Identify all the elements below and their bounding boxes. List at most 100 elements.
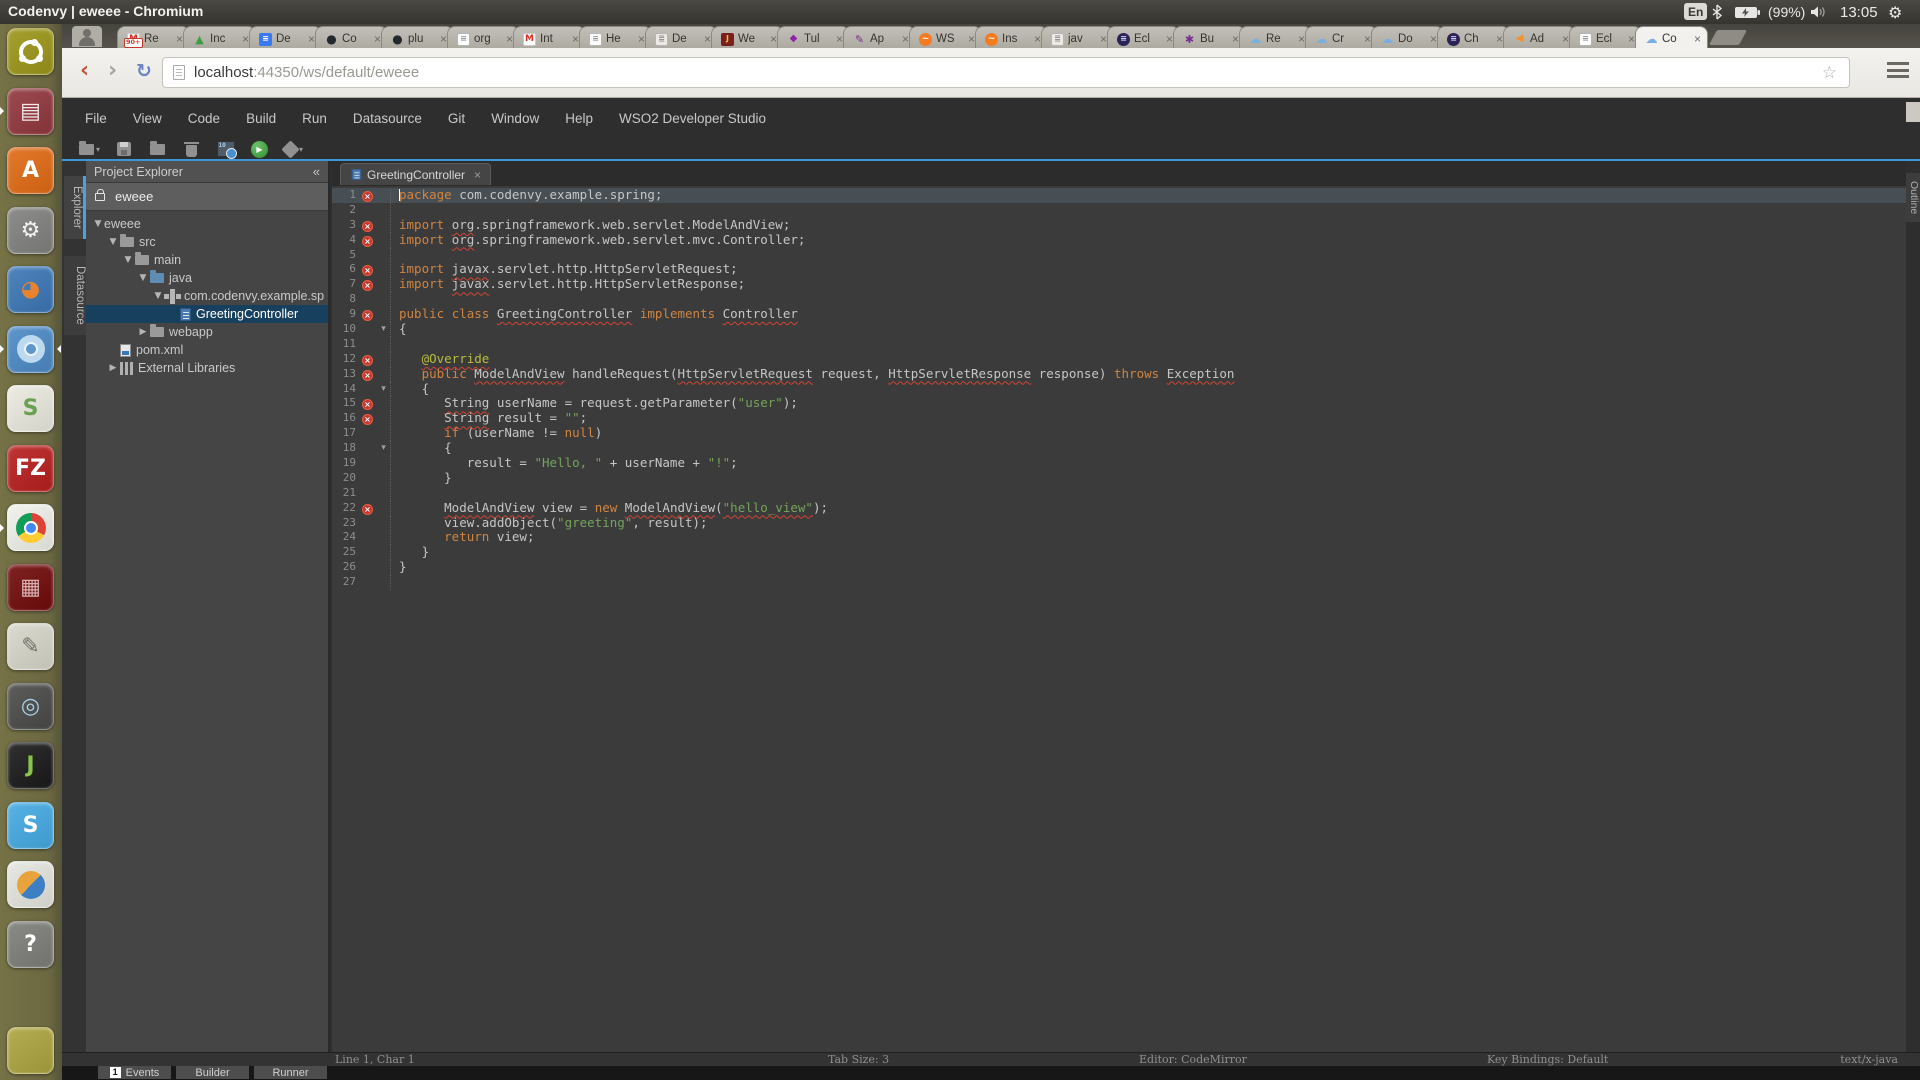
error-marker-icon[interactable]: × — [362, 355, 373, 366]
close-tab-icon[interactable]: × — [1034, 32, 1041, 46]
volume-icon[interactable] — [1810, 0, 1828, 24]
close-tab-icon[interactable]: × — [242, 32, 249, 46]
bluetooth-icon[interactable] — [1712, 0, 1722, 24]
fold-arrow-icon[interactable]: ▾ — [377, 382, 390, 397]
url-text[interactable]: localhost:44350/ws/default/eweee — [194, 64, 419, 81]
editor-tab-greetingcontroller[interactable]: GreetingController × — [340, 163, 491, 185]
build-button[interactable]: ▾ — [280, 138, 307, 160]
format-button[interactable]: 10 — [212, 138, 239, 160]
code-editor[interactable]: 1×package com.codenvy.example.spring;23×… — [332, 186, 1906, 1052]
delete-button[interactable] — [178, 138, 205, 160]
error-marker-icon[interactable]: × — [362, 310, 373, 321]
bottom-tab-builder[interactable]: Builder — [176, 1066, 249, 1079]
software-center-launcher-icon[interactable]: A — [7, 147, 54, 194]
browser-tab-re[interactable]: ☁Re× — [1239, 26, 1312, 48]
close-tab-icon[interactable]: × — [1100, 32, 1107, 46]
ubuntu-one-launcher-icon[interactable]: ◕ — [7, 266, 54, 313]
browser-tab-ap[interactable]: ✎Ap× — [843, 26, 916, 48]
tree-item-com-codenvy-example-sp[interactable]: ▼com.codenvy.example.sp — [86, 287, 328, 305]
browser-tab-ws[interactable]: ~WS× — [909, 26, 982, 48]
close-tab-icon[interactable]: × — [1364, 32, 1371, 46]
menu-window[interactable]: Window — [478, 111, 552, 126]
close-tab-icon[interactable]: × — [1628, 32, 1635, 46]
side-tab-explorer[interactable]: Explorer — [64, 176, 86, 239]
page-scrollbar[interactable] — [1906, 102, 1920, 122]
browser-tab-de[interactable]: ≣De× — [645, 26, 718, 48]
tree-item-java[interactable]: ▼java — [86, 269, 328, 287]
close-tab-icon[interactable]: × — [440, 32, 447, 46]
close-tab-icon[interactable]: × — [902, 32, 909, 46]
jdownloader-launcher-icon[interactable]: J — [7, 742, 54, 789]
error-marker-icon[interactable]: × — [362, 280, 373, 291]
keyboard-indicator[interactable]: En — [1684, 3, 1707, 20]
fold-arrow-icon[interactable]: ▾ — [377, 441, 390, 456]
browser-tab-co[interactable]: ●Co× — [315, 26, 388, 48]
files-launcher-icon[interactable]: ▤ — [7, 88, 54, 135]
error-marker-icon[interactable]: × — [362, 265, 373, 276]
collapse-panel-icon[interactable]: « — [313, 164, 320, 179]
side-tab-datasource[interactable]: Datasource — [64, 256, 86, 335]
forward-button[interactable]: › — [108, 56, 117, 86]
address-bar[interactable]: localhost:44350/ws/default/eweee ☆ — [162, 57, 1850, 88]
browser-tab-ad[interactable]: ◀Ad× — [1503, 26, 1576, 48]
tree-open-arrow-icon[interactable]: ▼ — [152, 291, 164, 301]
fold-arrow-icon[interactable]: ▾ — [377, 322, 390, 337]
error-marker-icon[interactable]: × — [362, 504, 373, 515]
browser-tab-ecl[interactable]: ≡Ecl× — [1569, 26, 1642, 48]
error-marker-icon[interactable]: × — [362, 191, 373, 202]
help-launcher-icon[interactable]: ? — [7, 921, 54, 968]
skype-launcher-icon[interactable]: S — [7, 802, 54, 849]
tree-open-arrow-icon[interactable]: ▼ — [92, 219, 104, 229]
browser-tab-do[interactable]: ☁Do× — [1371, 26, 1444, 48]
media-player-launcher-icon[interactable]: ▦ — [7, 564, 54, 611]
battery-icon[interactable] — [1734, 0, 1760, 24]
menu-file[interactable]: File — [72, 111, 120, 126]
save-button[interactable] — [110, 138, 137, 160]
menu-help[interactable]: Help — [552, 111, 606, 126]
close-tab-icon[interactable]: × — [968, 32, 975, 46]
close-tab-icon[interactable]: × — [308, 32, 315, 46]
close-tab-icon[interactable]: × — [176, 32, 183, 46]
bottom-tab-events[interactable]: 1Events — [98, 1066, 171, 1079]
close-tab-icon[interactable]: × — [506, 32, 513, 46]
close-tab-icon[interactable]: × — [1562, 32, 1569, 46]
tree-item-main[interactable]: ▼main — [86, 251, 328, 269]
browser-tab-re[interactable]: M90+Re× — [117, 26, 190, 48]
browser-tab-org[interactable]: ≡org× — [447, 26, 520, 48]
browser-tab-de[interactable]: ≡De× — [249, 26, 322, 48]
browser-tab-inc[interactable]: ▲Inc× — [183, 26, 256, 48]
close-tab-icon[interactable]: × — [1430, 32, 1437, 46]
error-marker-icon[interactable]: × — [362, 370, 373, 381]
session-gear-icon[interactable]: ⚙ — [1888, 0, 1902, 24]
browser-tab-jav[interactable]: ≣jav× — [1041, 26, 1114, 48]
run-button[interactable]: ▶ — [246, 138, 273, 160]
import-project-button[interactable]: ▾ — [76, 138, 103, 160]
browser-tab-ch[interactable]: ≡Ch× — [1437, 26, 1510, 48]
browser-tab-ins[interactable]: ~Ins× — [975, 26, 1048, 48]
tree-open-arrow-icon[interactable]: ▼ — [122, 255, 134, 265]
tree-item-webapp[interactable]: ▶webapp — [86, 323, 328, 341]
dropdown-caret-icon[interactable]: ▾ — [96, 145, 100, 154]
menu-wso2-developer-studio[interactable]: WSO2 Developer Studio — [606, 111, 779, 126]
tree-open-arrow-icon[interactable]: ▼ — [107, 237, 119, 247]
close-tab-icon[interactable]: × — [1166, 32, 1173, 46]
close-tab-icon[interactable]: × — [704, 32, 711, 46]
ball-app-launcher-icon[interactable] — [7, 861, 54, 908]
browser-tab-cr[interactable]: ☁Cr× — [1305, 26, 1378, 48]
tree-closed-arrow-icon[interactable]: ▶ — [137, 327, 149, 337]
close-tab-icon[interactable]: × — [770, 32, 777, 46]
browser-menu-icon[interactable] — [1887, 62, 1909, 78]
close-tab-icon[interactable]: × — [638, 32, 645, 46]
tree-item-greetingcontroller[interactable]: GreetingController — [86, 305, 328, 323]
trash-launcher-icon[interactable] — [7, 1027, 54, 1074]
error-marker-icon[interactable]: × — [362, 236, 373, 247]
screenshot-tool-launcher-icon[interactable]: ◎ — [7, 683, 54, 730]
tree-item-pom-xml[interactable]: pom.xml — [86, 341, 328, 359]
browser-tab-ecl[interactable]: ≡Ecl× — [1107, 26, 1180, 48]
profile-avatar-button[interactable] — [72, 26, 102, 47]
close-tab-icon[interactable]: × — [1496, 32, 1503, 46]
menu-build[interactable]: Build — [233, 111, 289, 126]
clock[interactable]: 13:05 — [1840, 0, 1878, 24]
back-button[interactable]: ‹ — [80, 56, 89, 86]
close-tab-icon[interactable]: × — [474, 168, 481, 182]
